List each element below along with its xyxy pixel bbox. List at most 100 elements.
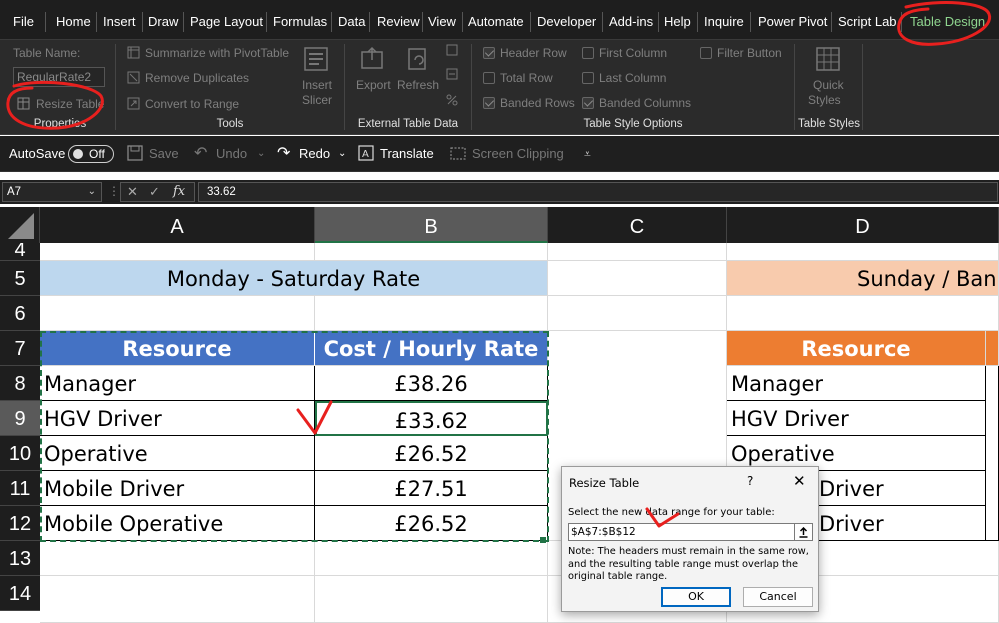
cell[interactable]: [548, 296, 727, 331]
tab-draw[interactable]: Draw: [148, 0, 178, 40]
tab-home[interactable]: Home: [56, 0, 91, 40]
tab-file[interactable]: File: [13, 0, 34, 40]
autosave-toggle[interactable]: Off: [68, 145, 114, 163]
cancel-button[interactable]: Cancel: [743, 587, 813, 607]
export-button[interactable]: Export: [356, 78, 391, 92]
row-header-8[interactable]: 8: [0, 366, 40, 401]
cell[interactable]: [548, 243, 727, 261]
row-header-14[interactable]: 14: [0, 576, 40, 611]
row-header-9[interactable]: 9: [0, 401, 40, 436]
table-name-input[interactable]: RegularRate2: [13, 67, 105, 87]
right-table-title[interactable]: Sunday / Bank: [727, 261, 999, 296]
table-cell-resource[interactable]: HGV Driver: [40, 401, 315, 436]
right-table-cell[interactable]: Manager: [727, 366, 986, 401]
tab-script-lab[interactable]: Script Lab: [838, 0, 897, 40]
column-header-b[interactable]: B: [315, 207, 548, 243]
cell[interactable]: [40, 296, 315, 331]
filter-button-checkbox[interactable]: [700, 47, 712, 59]
fill-handle[interactable]: [540, 537, 546, 543]
table-header-resource[interactable]: Resource: [40, 331, 315, 366]
cell[interactable]: [727, 296, 999, 331]
refresh-button[interactable]: Refresh: [397, 78, 439, 92]
table-cell-resource[interactable]: Manager: [40, 366, 315, 401]
row-header-10[interactable]: 10: [0, 436, 40, 471]
close-icon[interactable]: ✕: [793, 472, 806, 490]
table-cell-resource[interactable]: Mobile Driver: [40, 471, 315, 506]
cell[interactable]: [40, 576, 315, 623]
ok-button[interactable]: OK: [661, 587, 731, 607]
undo-dropdown-icon[interactable]: ⌄: [257, 136, 265, 172]
convert-to-range-button[interactable]: Convert to Range: [145, 97, 239, 111]
open-in-browser-icon[interactable]: [445, 68, 459, 82]
save-icon[interactable]: [127, 136, 143, 172]
remove-duplicates-button[interactable]: Remove Duplicates: [145, 71, 249, 85]
tab-insert[interactable]: Insert: [103, 0, 136, 40]
cell[interactable]: [727, 243, 999, 261]
name-box[interactable]: A7 ⌄: [2, 182, 102, 202]
table-cell-rate[interactable]: £26.52: [315, 436, 548, 471]
tab-table-design[interactable]: Table Design: [910, 0, 985, 40]
column-header-c[interactable]: C: [548, 207, 727, 243]
first-column-checkbox[interactable]: [582, 47, 594, 59]
cell[interactable]: [40, 541, 315, 576]
screen-clipping-button[interactable]: Screen Clipping: [472, 136, 564, 172]
last-column-checkbox[interactable]: [582, 72, 594, 84]
column-header-a[interactable]: A: [40, 207, 315, 243]
banded-rows-checkbox[interactable]: [483, 97, 495, 109]
row-header-5[interactable]: 5: [0, 261, 40, 296]
tab-page-layout[interactable]: Page Layout: [190, 0, 263, 40]
save-button[interactable]: Save: [149, 136, 179, 172]
table-cell-resource[interactable]: Operative: [40, 436, 315, 471]
row-header-7[interactable]: 7: [0, 331, 40, 366]
row-header-4[interactable]: 4: [0, 243, 40, 261]
right-table-cell[interactable]: [986, 366, 999, 541]
help-icon[interactable]: ?: [747, 474, 753, 488]
tab-data[interactable]: Data: [338, 0, 365, 40]
banded-columns-checkbox[interactable]: [582, 97, 594, 109]
tab-power-pivot[interactable]: Power Pivot: [758, 0, 827, 40]
unlink-icon[interactable]: [445, 94, 459, 108]
redo-button[interactable]: Redo: [299, 136, 330, 172]
cell[interactable]: [315, 576, 548, 623]
select-all-corner[interactable]: [0, 207, 40, 243]
tab-help[interactable]: Help: [664, 0, 691, 40]
tab-automate[interactable]: Automate: [468, 0, 524, 40]
table-cell-rate[interactable]: £38.26: [315, 366, 548, 401]
redo-dropdown-icon[interactable]: ⌄: [338, 136, 346, 172]
row-header-13[interactable]: 13: [0, 541, 40, 576]
row-header-11[interactable]: 11: [0, 471, 40, 506]
cell[interactable]: [315, 243, 548, 261]
active-cell[interactable]: £33.62: [315, 401, 548, 436]
tab-review[interactable]: Review: [377, 0, 420, 40]
range-input[interactable]: $A$7:$B$12: [568, 523, 795, 541]
table-cell-resource[interactable]: Mobile Operative: [40, 506, 315, 541]
summarize-pivot-button[interactable]: Summarize with PivotTable: [145, 46, 289, 60]
insert-function-icon[interactable]: fx: [173, 183, 185, 201]
row-header-12[interactable]: 12: [0, 506, 40, 541]
name-box-dropdown-icon[interactable]: ⌄: [88, 183, 96, 201]
customize-qat-icon[interactable]: ⩡: [584, 136, 591, 172]
table-header-cost[interactable]: Cost / Hourly Rate: [315, 331, 548, 366]
tab-formulas[interactable]: Formulas: [273, 0, 327, 40]
cell[interactable]: [315, 296, 548, 331]
tab-inquire[interactable]: Inquire: [704, 0, 744, 40]
tab-view[interactable]: View: [428, 0, 456, 40]
left-table-title[interactable]: Monday - Saturday Rate: [40, 261, 548, 296]
cell[interactable]: [548, 261, 727, 296]
right-table-header-cell[interactable]: [986, 331, 999, 366]
resize-table-button[interactable]: Resize Table: [36, 97, 104, 111]
right-table-header-resource[interactable]: Resource: [727, 331, 986, 366]
tab-developer[interactable]: Developer: [537, 0, 596, 40]
total-row-checkbox[interactable]: [483, 72, 495, 84]
quick-styles-button[interactable]: Quick: [813, 78, 844, 92]
cell[interactable]: [315, 541, 548, 576]
column-header-d[interactable]: D: [727, 207, 999, 243]
table-cell-rate[interactable]: £26.52: [315, 506, 548, 541]
right-table-cell[interactable]: HGV Driver: [727, 401, 986, 436]
row-header-6[interactable]: 6: [0, 296, 40, 331]
cell[interactable]: [40, 243, 315, 261]
properties-icon[interactable]: [445, 44, 459, 58]
undo-button[interactable]: Undo: [216, 136, 247, 172]
confirm-entry-icon[interactable]: ✓: [149, 183, 160, 201]
table-cell-rate[interactable]: £27.51: [315, 471, 548, 506]
